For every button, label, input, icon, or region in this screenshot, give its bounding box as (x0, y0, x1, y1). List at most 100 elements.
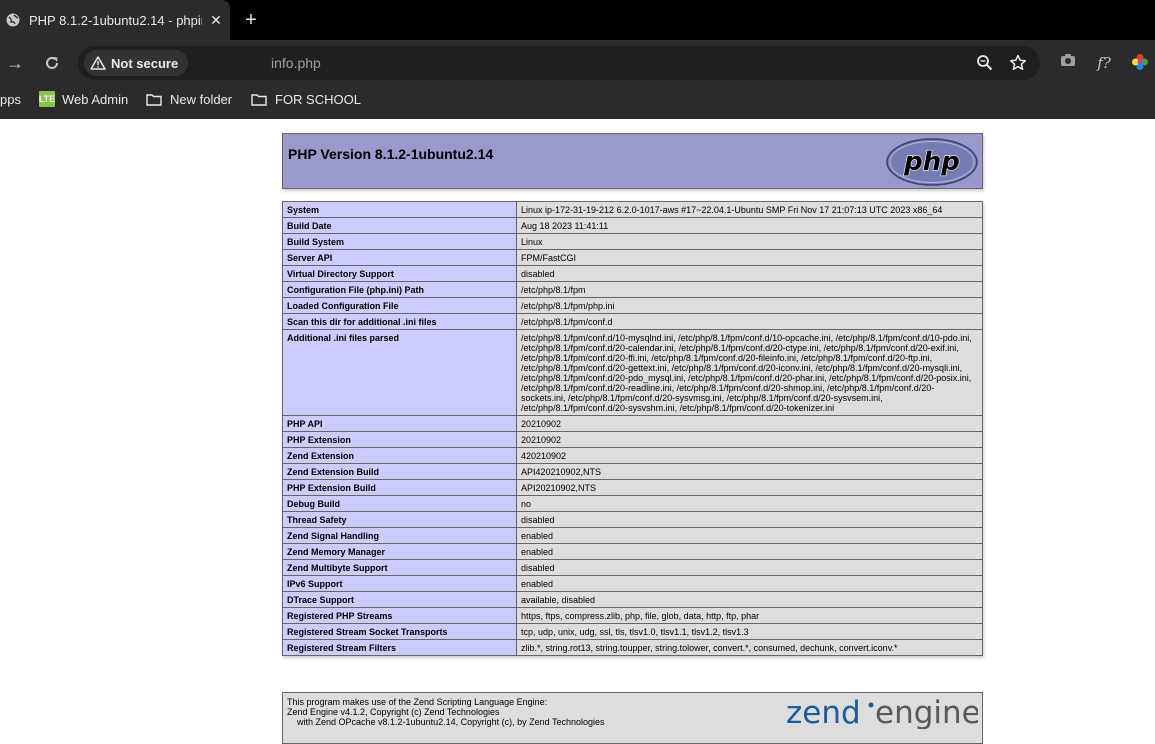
row-key: PHP API (282, 415, 517, 432)
row-key: IPv6 Support (282, 575, 517, 592)
table-row: IPv6 Support enabled (282, 575, 983, 592)
row-value: disabled (516, 559, 983, 576)
table-row: Registered PHP Streams https, ftps, compr… (282, 607, 983, 624)
url-text[interactable]: info.php (271, 55, 321, 71)
zend-logo-text: zend (786, 695, 861, 729)
row-key: DTrace Support (282, 591, 517, 608)
row-key: Build System (282, 233, 517, 250)
zend-engine-logo: zend engine (786, 695, 978, 729)
info-table: System Linux ip-172-31-19-212 6.2.0-1017-… (282, 201, 983, 656)
table-row: Build System Linux (282, 233, 983, 250)
table-row: Registered Stream Socket Transports tcp, … (282, 623, 983, 640)
bookmark-label: FOR SCHOOL (275, 91, 361, 107)
bookmark-label: pps (0, 91, 21, 107)
row-key: Thread Safety (282, 511, 517, 528)
bookmark-label: New folder (170, 91, 233, 107)
bookmark-for-school[interactable]: FOR SCHOOL (251, 85, 361, 113)
row-key: Server API (282, 249, 517, 266)
row-value: API420210902,NTS (516, 463, 983, 480)
row-key: Scan this dir for additional .ini files (282, 313, 517, 330)
row-key: Zend Memory Manager (282, 543, 517, 560)
php-version-header: PHP Version 8.1.2-1ubuntu2.14 php (282, 133, 983, 189)
address-bar[interactable]: Not secure info.php (78, 46, 1040, 80)
table-row: Thread Safety disabled (282, 511, 983, 528)
tab-strip: PHP 8.1.2-1ubuntu2.14 - phpinfo ✕ + (0, 0, 1155, 40)
table-row: Build Date Aug 18 2023 11:41:11 (282, 217, 983, 234)
row-value: https, ftps, compress.zlib, php, file, g… (516, 607, 983, 624)
row-value: no (516, 495, 983, 512)
zoom-icon[interactable] (976, 54, 994, 72)
row-key: Zend Extension Build (282, 463, 517, 480)
table-row: Zend Signal Handling enabled (282, 527, 983, 544)
security-chip[interactable]: Not secure (84, 50, 189, 76)
zend-line: Zend Engine v4.1.2, Copyright (c) Zend T… (287, 707, 500, 717)
table-row: Configuration File (php.ini) Path/etc/ph… (282, 281, 983, 298)
row-value: zlib.*, string.rot13, string.toupper, st… (516, 639, 983, 656)
row-value: /etc/php/8.1/fpm/php.ini (516, 297, 983, 314)
forward-arrow-icon[interactable]: → (4, 52, 26, 74)
folder-icon (251, 93, 267, 106)
table-row: Zend Extension Build API420210902,NTS (282, 463, 983, 480)
row-key: Registered Stream Socket Transports (282, 623, 517, 640)
row-value: 420210902 (516, 447, 983, 464)
table-row: Zend Memory Manager enabled (282, 543, 983, 560)
row-key: Configuration File (php.ini) Path (282, 281, 517, 298)
star-bookmark-icon[interactable] (1009, 54, 1027, 72)
security-label: Not secure (111, 55, 179, 71)
warning-icon (90, 56, 106, 70)
table-row: Zend Extension 420210902 (282, 447, 983, 464)
php-logo: php (886, 138, 978, 186)
row-key: Registered Stream Filters (282, 639, 517, 656)
row-value: enabled (516, 527, 983, 544)
row-key: Build Date (282, 217, 517, 234)
row-key: Virtual Directory Support (282, 265, 517, 282)
reload-icon[interactable] (41, 52, 63, 74)
row-key: Additional .ini files parsed (282, 329, 517, 416)
table-row: System Linux ip-172-31-19-212 6.2.0-1017-… (282, 201, 983, 218)
row-value: Linux (516, 233, 983, 250)
table-row: Zend Multibyte Support disabled (282, 559, 983, 576)
zend-credits: This program makes use of the Zend Scrip… (282, 692, 983, 744)
color-picker-extension-icon[interactable] (1130, 53, 1150, 73)
browser-toolbar: → Not secure info.php f? (0, 40, 1155, 85)
row-value: /etc/php/8.1/fpm/conf.d/10-mysqlnd.ini, … (516, 329, 983, 416)
page-title: PHP Version 8.1.2-1ubuntu2.14 (288, 146, 494, 162)
table-row: Loaded Configuration File/etc/php/8.1/fp… (282, 297, 983, 314)
table-row: Debug Build no (282, 495, 983, 512)
row-value: Linux ip-172-31-19-212 6.2.0-1017-aws #1… (516, 201, 983, 218)
bookmark-label: Web Admin (62, 91, 129, 107)
folder-icon (146, 93, 162, 106)
bookmark-new-folder[interactable]: New folder (146, 85, 232, 113)
camera-extension-icon[interactable] (1058, 53, 1078, 73)
row-key: Zend Extension (282, 447, 517, 464)
row-key: PHP Extension Build (282, 479, 517, 496)
row-value: 20210902 (516, 415, 983, 432)
table-row: Server API FPM/FastCGI (282, 249, 983, 266)
row-key: Debug Build (282, 495, 517, 512)
table-row: Additional .ini files parsed/etc/php/8.1… (282, 329, 983, 416)
table-row: PHP Extension Build API20210902,NTS (282, 479, 983, 496)
table-row: PHP Extension 20210902 (282, 431, 983, 448)
row-key: PHP Extension (282, 431, 517, 448)
row-value: disabled (516, 511, 983, 528)
row-value: tcp, udp, unix, udg, ssl, tls, tlsv1.0, … (516, 623, 983, 640)
table-row: Virtual Directory Support disabled (282, 265, 983, 282)
row-key: System (282, 201, 517, 218)
table-row: PHP API 20210902 (282, 415, 983, 432)
row-value: available, disabled (516, 591, 983, 608)
bookmark-web-admin[interactable]: LTE Web Admin (39, 85, 128, 113)
font-extension-icon[interactable]: f? (1094, 53, 1114, 73)
row-value: disabled (516, 265, 983, 282)
page-content: PHP Version 8.1.2-1ubuntu2.14 php System… (0, 119, 1155, 744)
row-key: Loaded Configuration File (282, 297, 517, 314)
browser-tab[interactable]: PHP 8.1.2-1ubuntu2.14 - phpinfo ✕ (0, 0, 230, 40)
new-tab-button[interactable]: + (240, 9, 262, 31)
row-key: Zend Multibyte Support (282, 559, 517, 576)
row-value: enabled (516, 575, 983, 592)
row-value: Aug 18 2023 11:41:11 (516, 217, 983, 234)
close-tab-icon[interactable]: ✕ (202, 12, 230, 29)
bookmark-apps[interactable]: pps (0, 85, 21, 113)
row-key: Zend Signal Handling (282, 527, 517, 544)
row-value: /etc/php/8.1/fpm/conf.d (516, 313, 983, 330)
row-value: enabled (516, 543, 983, 560)
